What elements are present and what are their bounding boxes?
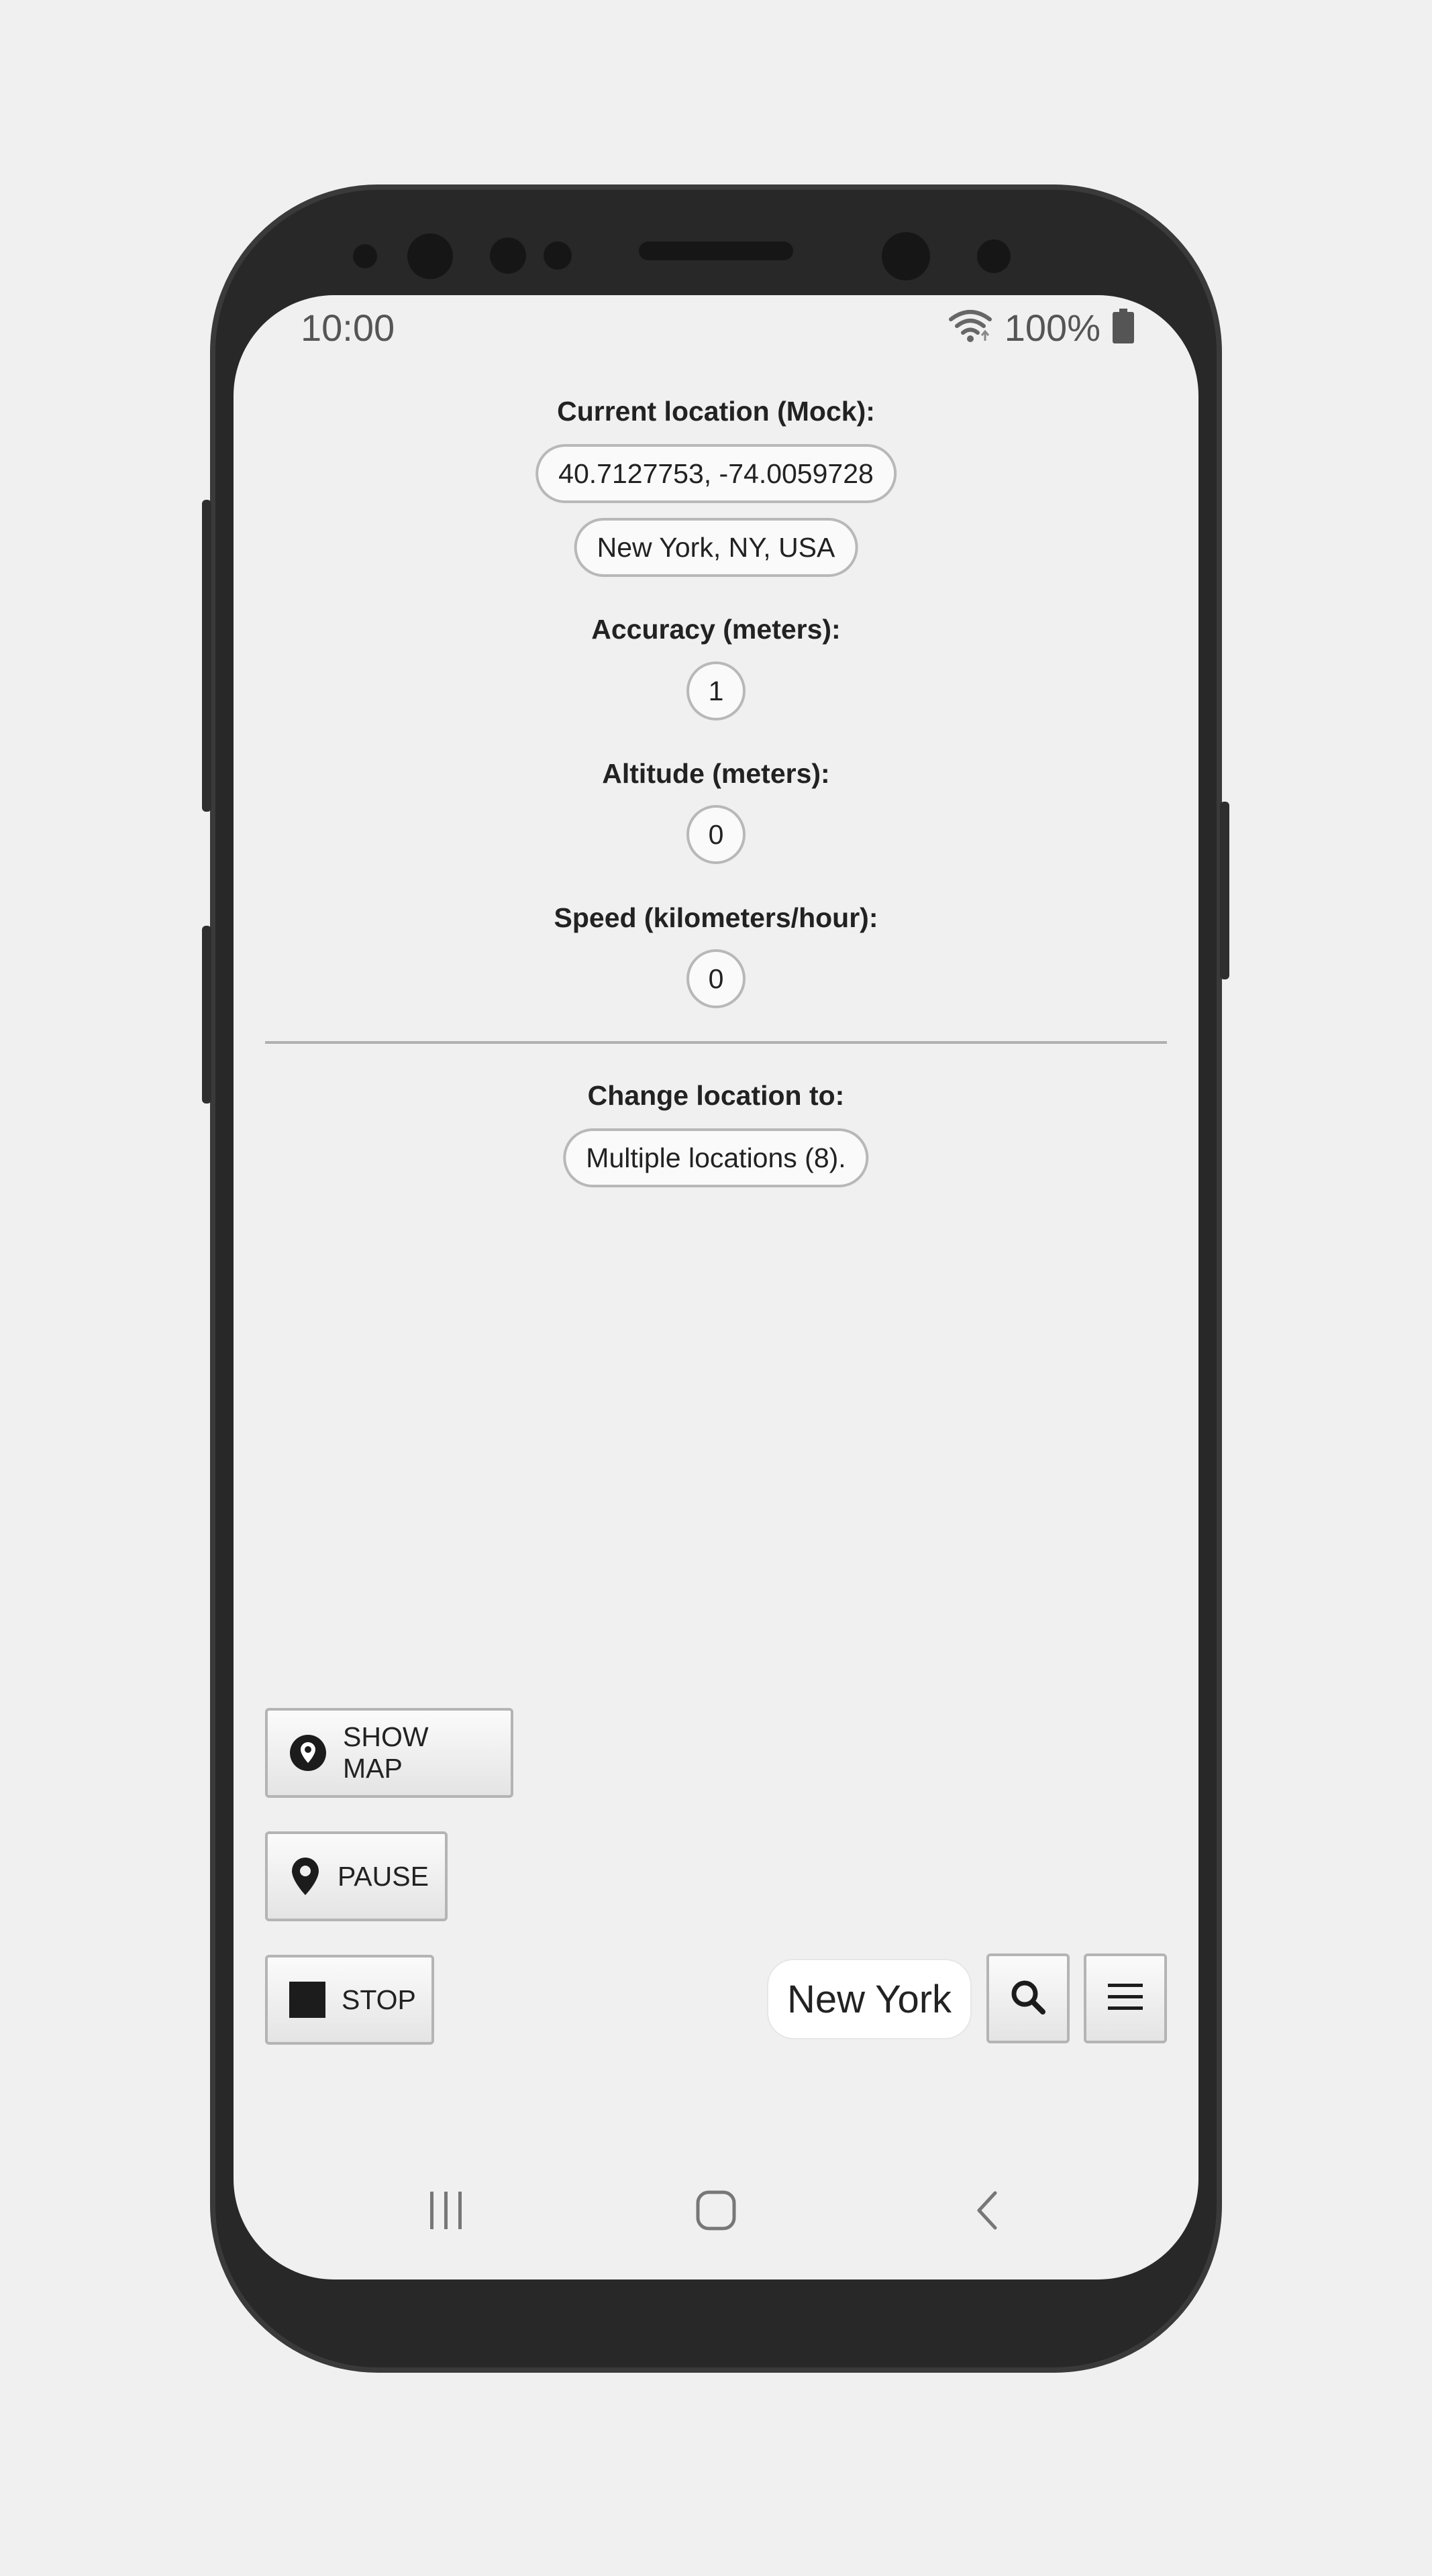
accuracy-value: 1 <box>686 661 746 720</box>
menu-button[interactable] <box>1084 1953 1167 2043</box>
change-location-label: Change location to: <box>587 1080 845 1111</box>
pause-label: PAUSE <box>338 1860 429 1892</box>
altitude-value: 0 <box>686 805 746 864</box>
wifi-icon <box>948 307 992 348</box>
address-field: New York, NY, USA <box>574 518 858 577</box>
recent-apps-icon[interactable] <box>423 2187 470 2234</box>
battery-icon <box>1113 309 1134 347</box>
volume-up-button <box>202 500 211 812</box>
coordinates-field: 40.7127753, -74.0059728 <box>535 444 897 503</box>
iris-sensor-icon <box>407 233 453 279</box>
show-map-label: SHOW MAP <box>343 1721 429 1784</box>
back-icon[interactable] <box>965 2187 1012 2234</box>
front-camera-icon <box>882 232 930 280</box>
accuracy-label: Accuracy (meters): <box>591 614 841 645</box>
map-pin-icon <box>289 1856 321 1896</box>
speed-label: Speed (kilometers/hour): <box>554 902 878 933</box>
search-button[interactable] <box>986 1953 1070 2043</box>
light-sensor-icon <box>544 241 572 270</box>
show-map-button[interactable]: SHOW MAP <box>265 1708 513 1798</box>
status-indicators: 100% <box>948 306 1134 350</box>
speed-value: 0 <box>686 949 746 1008</box>
current-location-label: Current location (Mock): <box>557 396 875 427</box>
search-icon <box>1009 1978 1047 2019</box>
pause-button[interactable]: PAUSE <box>265 1831 448 1921</box>
battery-percent: 100% <box>1004 307 1101 349</box>
iris-camera-icon <box>977 239 1011 273</box>
city-search-input[interactable]: New York <box>767 1959 972 2039</box>
status-bar: 10:00 100% <box>234 295 1198 362</box>
proximity-sensor-icon <box>490 237 526 274</box>
power-button <box>1220 802 1229 979</box>
status-time: 10:00 <box>301 307 395 349</box>
change-location-value[interactable]: Multiple locations (8). <box>563 1128 869 1187</box>
bixby-button <box>202 926 211 1104</box>
altitude-label: Altitude (meters): <box>602 758 830 789</box>
sensor-dot-icon <box>353 244 377 268</box>
map-pin-circle-icon <box>289 1734 327 1772</box>
stop-button[interactable]: STOP <box>265 1955 434 2045</box>
home-icon[interactable] <box>693 2187 739 2234</box>
screen: 10:00 100% Current location (Mock): 40.7… <box>234 295 1198 2279</box>
stop-square-icon <box>289 1982 325 2018</box>
earpiece-speaker <box>639 241 793 260</box>
hamburger-menu-icon <box>1107 1981 1144 2017</box>
stop-label: STOP <box>342 1984 416 2015</box>
section-divider <box>265 1041 1167 1044</box>
